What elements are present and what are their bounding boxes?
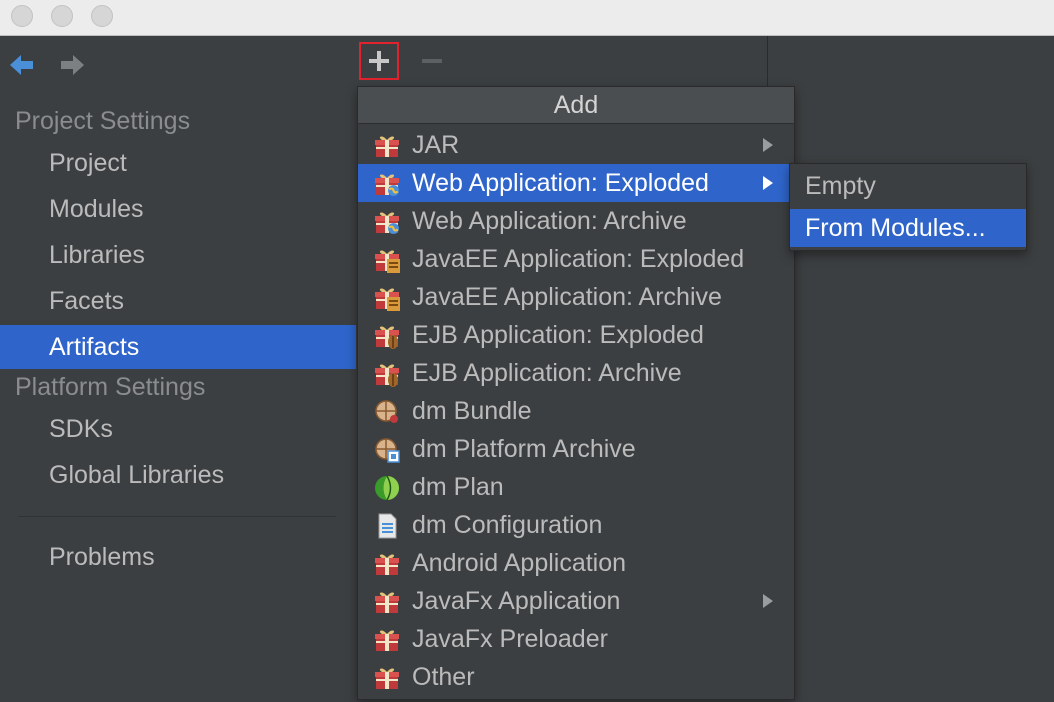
jar-icon — [374, 133, 400, 159]
plan-icon — [375, 475, 399, 501]
menu-item-web-application-archive[interactable]: Web Application: Archive — [358, 202, 794, 240]
menu-item-label: Android Application — [412, 549, 627, 577]
gift-icon — [374, 665, 400, 691]
menu-item-javafx-application[interactable]: JavaFx Application — [358, 582, 794, 620]
menu-item-ejb-application-archive[interactable]: EJB Application: Archive — [358, 354, 794, 392]
plus-icon — [369, 51, 389, 71]
menu-title: Add — [358, 87, 794, 124]
remove-artifact-button[interactable] — [412, 42, 452, 80]
menu-item-dm-configuration[interactable]: dm Configuration — [358, 506, 794, 544]
sidebar-item-facets[interactable]: Facets — [0, 279, 356, 323]
submenu-arrow-icon — [763, 594, 773, 608]
menu-item-javaee-application-archive[interactable]: JavaEE Application: Archive — [358, 278, 794, 316]
menu-item-jar[interactable]: JAR — [358, 126, 794, 164]
minus-icon — [422, 59, 442, 63]
menu-item-label: JavaFx Preloader — [412, 625, 608, 653]
menu-item-label: EJB Application: Archive — [412, 359, 682, 387]
menu-item-dm-plan[interactable]: dm Plan — [358, 468, 794, 506]
sidebar-item-problems[interactable]: Problems — [0, 535, 356, 579]
back-arrow-icon[interactable] — [7, 50, 37, 80]
submenu-item-from-modules[interactable]: From Modules... — [790, 209, 1026, 247]
sidebar-item-modules[interactable]: Modules — [0, 187, 356, 231]
gift-icon — [374, 589, 400, 615]
menu-item-label: dm Plan — [412, 473, 504, 501]
menu-item-label: JAR — [412, 131, 460, 159]
menu-item-label: dm Platform Archive — [412, 435, 636, 463]
sidebar-item-libraries[interactable]: Libraries — [0, 233, 356, 277]
sidebar-item-project[interactable]: Project — [0, 141, 356, 185]
menu-item-javafx-preloader[interactable]: JavaFx Preloader — [358, 620, 794, 658]
menu-item-label: Web Application: Exploded — [412, 169, 709, 197]
ejb-icon — [374, 323, 400, 349]
menu-item-web-application-exploded[interactable]: Web Application: Exploded — [358, 164, 794, 202]
ejb-icon — [374, 361, 400, 387]
bundle-icon — [375, 400, 398, 423]
sidebar-item-artifacts[interactable]: Artifacts — [0, 325, 356, 369]
menu-item-android-application[interactable]: Android Application — [358, 544, 794, 582]
menu-item-label: dm Bundle — [412, 397, 532, 425]
add-artifact-button[interactable] — [359, 42, 399, 80]
sidebar-divider — [18, 516, 336, 517]
submenu-item-empty[interactable]: Empty — [790, 167, 1026, 205]
menu-item-label: dm Configuration — [412, 511, 603, 539]
forward-arrow-icon[interactable] — [57, 50, 87, 80]
section-project-settings: Project Settings — [15, 107, 191, 135]
gift-icon — [374, 551, 400, 577]
javaee-icon — [374, 285, 400, 311]
minimize-window-button[interactable] — [51, 5, 73, 27]
sidebar-item-sdks[interactable]: SDKs — [0, 407, 356, 451]
platform-archive-icon — [375, 438, 400, 463]
submenu-arrow-icon — [763, 176, 773, 190]
menu-item-label: JavaFx Application — [412, 587, 621, 615]
submenu-arrow-icon — [763, 138, 773, 152]
window-titlebar — [0, 0, 1054, 36]
menu-item-label: EJB Application: Exploded — [412, 321, 704, 349]
menu-item-ejb-application-exploded[interactable]: EJB Application: Exploded — [358, 316, 794, 354]
gift-icon — [374, 627, 400, 653]
config-file-icon — [378, 513, 397, 539]
web-app-exploded-submenu: Empty From Modules... — [789, 163, 1027, 251]
menu-item-label: JavaEE Application: Exploded — [412, 245, 745, 273]
menu-item-label: JavaEE Application: Archive — [412, 283, 722, 311]
sidebar-item-global-libraries[interactable]: Global Libraries — [0, 453, 356, 497]
menu-item-dm-bundle[interactable]: dm Bundle — [358, 392, 794, 430]
web-app-icon — [374, 171, 400, 197]
javaee-icon — [374, 247, 400, 273]
menu-item-label: Web Application: Archive — [412, 207, 687, 235]
menu-item-label: Other — [412, 663, 475, 691]
menu-item-dm-platform-archive[interactable]: dm Platform Archive — [358, 430, 794, 468]
menu-item-other[interactable]: Other — [358, 658, 794, 696]
add-artifact-menu: Add JAR Web Application: Exploded Web Ap… — [357, 86, 795, 700]
zoom-window-button[interactable] — [91, 5, 113, 27]
section-platform-settings: Platform Settings — [15, 373, 206, 401]
menu-item-javaee-application-exploded[interactable]: JavaEE Application: Exploded — [358, 240, 794, 278]
web-app-icon — [374, 209, 400, 235]
close-window-button[interactable] — [11, 5, 33, 27]
